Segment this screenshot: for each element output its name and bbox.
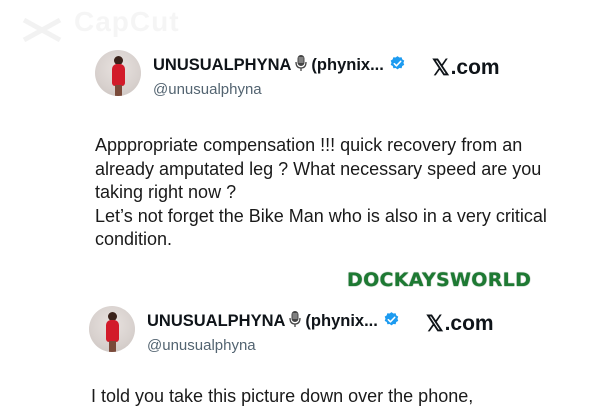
display-name-suffix: (phynix... (305, 312, 378, 330)
source-x-com[interactable]: 𝕏 .com (432, 55, 500, 81)
source-x-com[interactable]: 𝕏 .com (426, 311, 494, 337)
capcut-logo-icon (18, 12, 66, 53)
tweet-header: UNUSUALPHYNA (phynix... @unusualphyna 𝕏 … (89, 306, 494, 354)
dockaysworld-watermark: DOCKAYSWORLD (347, 269, 532, 291)
x-logo-icon: 𝕏 (431, 55, 450, 80)
screenshot-page: CapCut UNUSUALPHYNA (phynix... @unusualp… (0, 0, 615, 410)
handle[interactable]: @unusualphyna (147, 337, 400, 354)
display-name-line[interactable]: UNUSUALPHYNA (phynix... (153, 54, 406, 77)
microphone-icon (294, 54, 308, 77)
verified-badge-icon (389, 55, 406, 77)
avatar[interactable] (89, 306, 135, 352)
author-names: UNUSUALPHYNA (phynix... @unusualphyna (153, 54, 406, 98)
tweet-text: I told you take this picture down over t… (91, 386, 474, 406)
tweet-text: Apppropriate compensation !!! quick reco… (95, 134, 565, 252)
display-name-line[interactable]: UNUSUALPHYNA (phynix... (147, 310, 400, 333)
handle[interactable]: @unusualphyna (153, 81, 406, 98)
avatar[interactable] (95, 50, 141, 96)
source-domain: .com (444, 312, 494, 335)
display-name: UNUSUALPHYNA (147, 312, 286, 330)
display-name-suffix: (phynix... (311, 56, 384, 74)
tweet-text-content: Apppropriate compensation !!! quick reco… (95, 135, 547, 249)
author-names: UNUSUALPHYNA (phynix... @unusualphyna (147, 310, 400, 354)
microphone-icon (288, 310, 302, 333)
verified-badge-icon (383, 311, 400, 333)
display-name: UNUSUALPHYNA (153, 56, 292, 74)
tweet-header: UNUSUALPHYNA (phynix... @unusualphyna 𝕏 … (95, 50, 500, 98)
x-logo-icon: 𝕏 (425, 311, 444, 336)
capcut-watermark-text: CapCut (74, 6, 180, 37)
source-domain: .com (450, 56, 500, 79)
